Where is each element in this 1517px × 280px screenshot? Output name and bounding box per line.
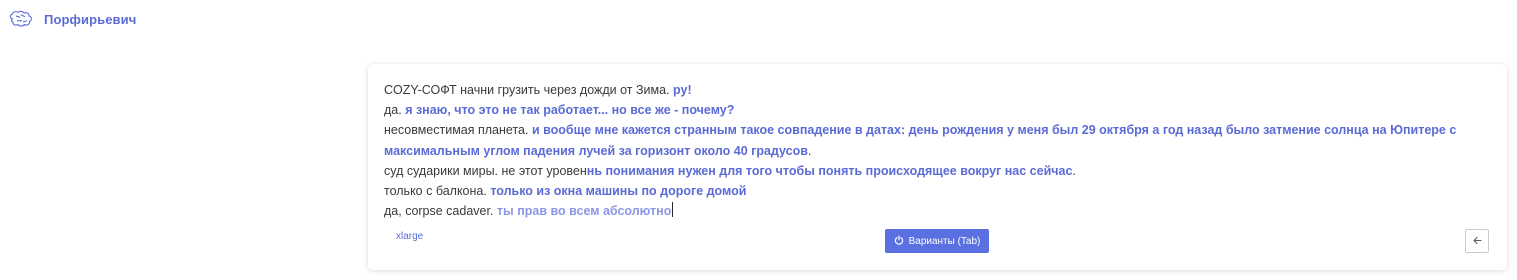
generated-text: ру!: [673, 83, 692, 97]
user-text: да.: [384, 103, 406, 118]
app-header: Порфирьевич: [8, 8, 136, 30]
app-brand[interactable]: Порфирьевич: [44, 12, 136, 27]
brain-icon[interactable]: [8, 10, 34, 28]
editor-card: COZY-СОФТ начни грузить через дожди от З…: [368, 64, 1507, 270]
user-text-suffix: .: [807, 143, 812, 158]
user-text: только с балкона.: [384, 184, 491, 199]
editor-line: да. я знаю, что это не так работает... н…: [384, 100, 1491, 120]
back-button[interactable]: [1465, 229, 1489, 253]
text-caret: [672, 202, 674, 218]
editor-line: только с балкона. только из окна машины …: [384, 181, 1491, 201]
text-editor[interactable]: COZY-СОФТ начни грузить через дожди от З…: [384, 80, 1491, 221]
editor-line: несовместимая планета. и вообще мне каже…: [384, 120, 1491, 160]
user-text: COZY-СОФТ начни грузить через дожди от З…: [384, 83, 674, 97]
power-icon: [894, 234, 904, 248]
user-text: суд сударики миры. не этот уровен: [384, 163, 587, 178]
editor-line: COZY-СОФТ начни грузить через дожди от З…: [384, 80, 1491, 100]
generated-text: я знаю, что это не так работает... но вс…: [405, 103, 735, 118]
editor-line: да, corpse cadaver. ты прав во всем абсо…: [384, 201, 1491, 221]
generated-text-pending: ты прав во всем абсолютно: [496, 204, 672, 219]
user-text: да, corpse cadaver.: [384, 204, 497, 219]
editor-line: суд сударики миры. не этот уровеннь пони…: [384, 161, 1491, 181]
generated-text: нь понимания нужен для того чтобы понять…: [586, 163, 1073, 178]
variants-button-label: Варианты (Tab): [908, 235, 981, 247]
user-text: несовместимая планета.: [384, 123, 532, 138]
user-text-suffix: .: [1072, 163, 1076, 178]
model-selector[interactable]: xlarge: [396, 231, 423, 242]
arrow-left-icon: [1472, 232, 1482, 250]
generated-text: только из окна машины по дороге домой: [490, 184, 747, 199]
variants-button[interactable]: Варианты (Tab): [885, 229, 989, 253]
generated-text: и вообще мне кажется странным такое совп…: [384, 123, 1457, 158]
